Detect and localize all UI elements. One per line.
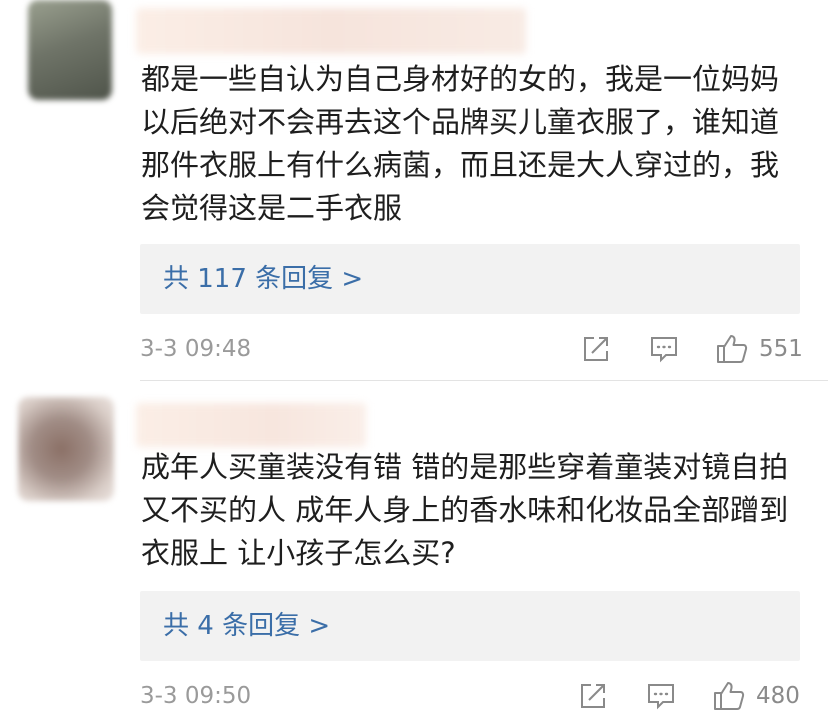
- like-count: 551: [759, 336, 803, 362]
- like-button[interactable]: 551: [715, 329, 803, 369]
- comment-text: 成年人买童装没有错 错的是那些穿着童装对镜自拍又不买的人 成年人身上的香水味和化…: [141, 450, 789, 570]
- comment-item: 成年人买童装没有错 错的是那些穿着童装对镜自拍又不买的人 成年人身上的香水味和化…: [0, 381, 828, 721]
- comment-item: 都是一些自认为自己身材好的女的，我是一位妈妈以后绝对不会再去这个品牌买儿童衣服了…: [0, 0, 828, 380]
- view-replies-button[interactable]: 共 117 条回复 >: [140, 244, 800, 314]
- comment-text: 都是一些自认为自己身材好的女的，我是一位妈妈以后绝对不会再去这个品牌买儿童衣服了…: [141, 62, 780, 225]
- username-redacted[interactable]: [136, 8, 526, 54]
- share-icon[interactable]: [577, 680, 609, 712]
- comment-meta: 3-3 09:50 480: [140, 676, 800, 716]
- timestamp: 3-3 09:50: [140, 683, 252, 709]
- replies-count-link[interactable]: 共 4 条回复 >: [163, 591, 330, 661]
- replies-count-link[interactable]: 共 117 条回复 >: [163, 244, 363, 314]
- comment-icon[interactable]: [645, 680, 677, 712]
- like-count: 480: [756, 683, 800, 709]
- avatar[interactable]: [28, 0, 112, 100]
- like-icon: [715, 333, 749, 365]
- timestamp: 3-3 09:48: [140, 336, 252, 362]
- avatar[interactable]: [18, 397, 114, 501]
- share-icon[interactable]: [580, 333, 612, 365]
- username-redacted[interactable]: [136, 403, 366, 447]
- view-replies-button[interactable]: 共 4 条回复 >: [140, 591, 800, 661]
- comment-icon[interactable]: [648, 333, 680, 365]
- comment-meta: 3-3 09:48 551: [140, 329, 803, 369]
- like-icon: [712, 680, 746, 712]
- like-button[interactable]: 480: [712, 676, 800, 716]
